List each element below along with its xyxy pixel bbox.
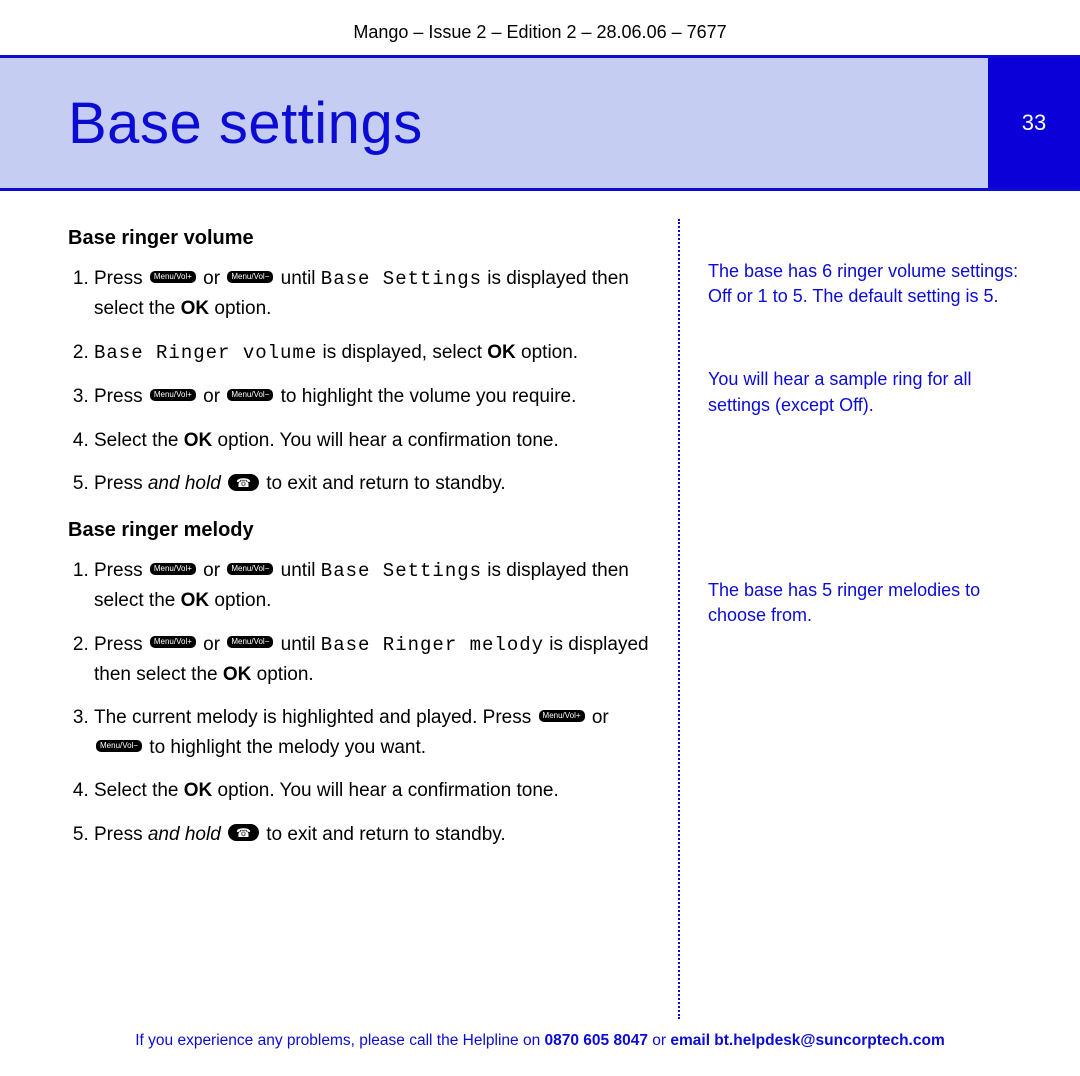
section-heading-ringer-volume: Base ringer volume <box>68 227 658 250</box>
step: Press and hold ☎ to exit and return to s… <box>94 469 658 498</box>
step: Press Menu/Vol+ or Menu/Vol− until Base … <box>94 264 658 324</box>
display-text: Base Ringer melody <box>321 634 544 656</box>
side-note: The base has 5 ringer melodies to choose… <box>708 578 1038 628</box>
step: Select the OK option. You will hear a co… <box>94 426 658 455</box>
page-number-box: 33 <box>988 58 1080 188</box>
section-heading-ringer-melody: Base ringer melody <box>68 519 658 542</box>
side-note: The base has 6 ringer volume settings: O… <box>708 259 1038 309</box>
doc-header-line: Mango – Issue 2 – Edition 2 – 28.06.06 –… <box>0 0 1080 55</box>
step: Select the OK option. You will hear a co… <box>94 776 658 805</box>
step: Press Menu/Vol+ or Menu/Vol− until Base … <box>94 630 658 690</box>
step: The current melody is highlighted and pl… <box>94 703 658 762</box>
menu-vol-plus-icon: Menu/Vol+ <box>150 636 196 648</box>
main-column: Base ringer volume Press Menu/Vol+ or Me… <box>68 219 658 1019</box>
steps-ringer-melody: Press Menu/Vol+ or Menu/Vol− until Base … <box>68 556 658 850</box>
step: Press Menu/Vol+ or Menu/Vol− until Base … <box>94 556 658 616</box>
menu-vol-minus-icon: Menu/Vol− <box>96 740 142 752</box>
display-text: Base Settings <box>321 268 482 290</box>
display-text: Base Ringer volume <box>94 342 317 364</box>
menu-vol-plus-icon: Menu/Vol+ <box>150 563 196 575</box>
step: Press and hold ☎ to exit and return to s… <box>94 820 658 849</box>
page-title: Base settings <box>0 90 423 157</box>
hangup-icon: ☎ <box>228 474 259 491</box>
title-bar: Base settings 33 <box>0 55 1080 191</box>
menu-vol-plus-icon: Menu/Vol+ <box>539 710 585 722</box>
side-column: The base has 6 ringer volume settings: O… <box>678 219 1038 1019</box>
page-number: 33 <box>1022 110 1046 136</box>
steps-ringer-volume: Press Menu/Vol+ or Menu/Vol− until Base … <box>68 264 658 499</box>
menu-vol-minus-icon: Menu/Vol− <box>227 636 273 648</box>
menu-vol-plus-icon: Menu/Vol+ <box>150 389 196 401</box>
side-note: You will hear a sample ring for all sett… <box>708 367 1038 417</box>
menu-vol-minus-icon: Menu/Vol− <box>227 271 273 283</box>
display-text: Base Settings <box>321 560 482 582</box>
footer-helpline: If you experience any problems, please c… <box>0 1032 1080 1050</box>
menu-vol-plus-icon: Menu/Vol+ <box>150 271 196 283</box>
step: Press Menu/Vol+ or Menu/Vol− to highligh… <box>94 382 658 411</box>
menu-vol-minus-icon: Menu/Vol− <box>227 389 273 401</box>
hangup-icon: ☎ <box>228 824 259 841</box>
step: Base Ringer volume is displayed, select … <box>94 338 658 368</box>
menu-vol-minus-icon: Menu/Vol− <box>227 563 273 575</box>
